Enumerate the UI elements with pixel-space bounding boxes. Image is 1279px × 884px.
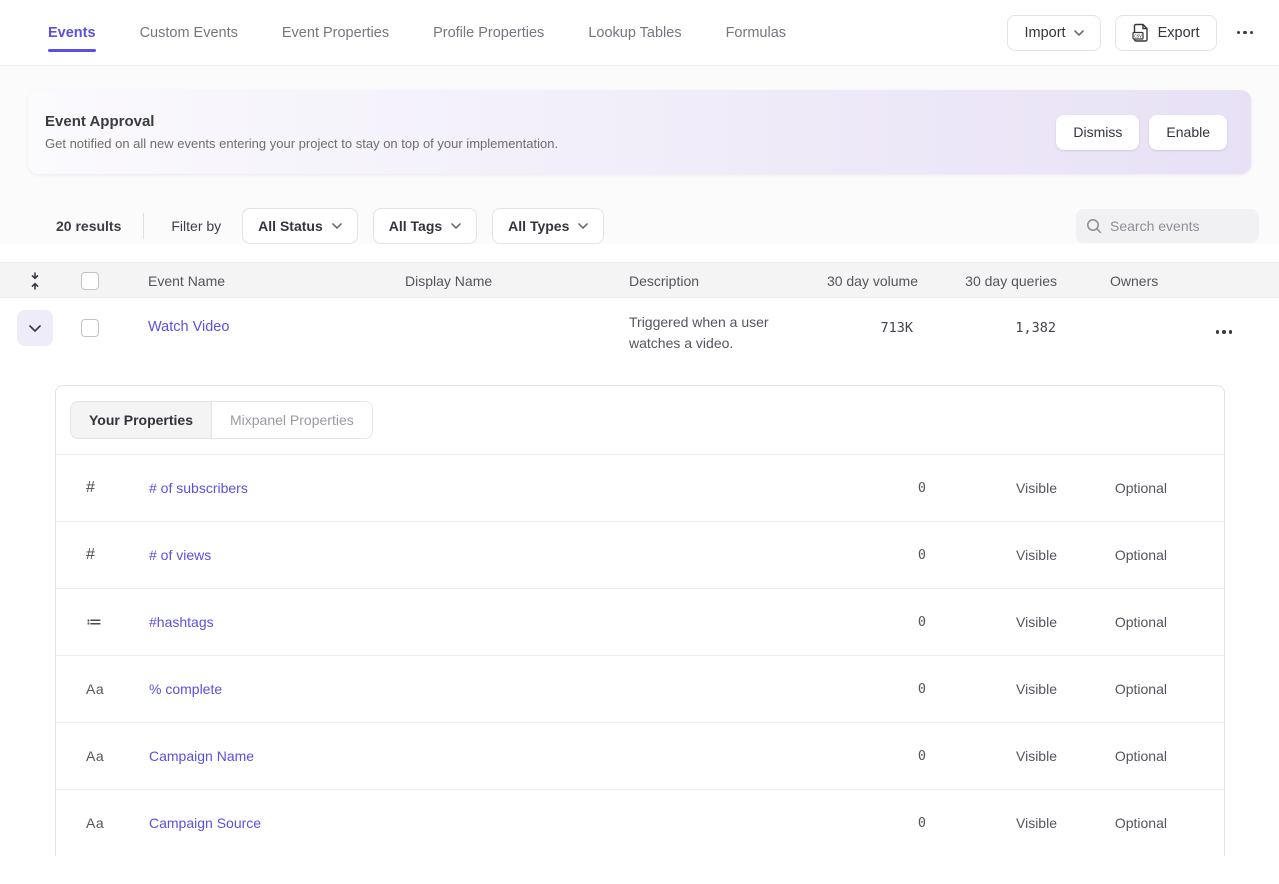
results-count: 20 results [56, 218, 121, 234]
search-input[interactable] [1110, 218, 1240, 234]
property-requirement: Optional [1060, 681, 1170, 697]
select-all-checkbox[interactable] [81, 272, 99, 290]
page-upper-section: Event Approval Get notified on all new e… [0, 66, 1279, 244]
tags-filter-dropdown[interactable]: All Tags [373, 208, 477, 244]
filter-by-label: Filter by [171, 218, 221, 234]
property-visibility: Visible [930, 748, 1060, 764]
property-visibility: Visible [930, 681, 1060, 697]
column-header-volume[interactable]: 30 day volume [820, 273, 920, 289]
property-volume: 0 [810, 748, 930, 764]
property-volume: 0 [810, 547, 930, 563]
property-visibility: Visible [930, 815, 1060, 831]
number-type-icon: # [56, 479, 149, 497]
banner-actions: Dismiss Enable [1056, 115, 1227, 150]
row-checkbox[interactable] [81, 319, 99, 337]
property-volume: 0 [810, 480, 930, 496]
property-row: Aa % complete 0 Visible Optional [56, 655, 1224, 722]
lexicon-tabs: Events Custom Events Event Properties Pr… [48, 0, 786, 65]
collapse-all-button[interactable] [17, 263, 53, 299]
column-header-description[interactable]: Description [629, 273, 820, 289]
tab-event-properties[interactable]: Event Properties [282, 0, 389, 65]
csv-file-icon: csv [1132, 23, 1150, 42]
event-queries: 1,382 [920, 310, 1059, 336]
banner-title: Event Approval [45, 113, 558, 130]
search-icon [1086, 218, 1102, 234]
property-row: Aa Campaign Source 0 Visible Optional [56, 789, 1224, 856]
property-name-link[interactable]: % complete [149, 681, 810, 697]
column-header-owners[interactable]: Owners [1059, 273, 1169, 289]
chevron-down-icon [1074, 30, 1084, 36]
properties-segmented-control: Your Properties Mixpanel Properties [70, 401, 373, 439]
property-volume: 0 [810, 681, 930, 697]
property-name-link[interactable]: # of views [149, 547, 810, 563]
property-volume: 0 [810, 614, 930, 630]
chevron-down-icon [332, 223, 342, 229]
property-name-link[interactable]: # of subscribers [149, 480, 810, 496]
property-name-link[interactable]: Campaign Name [149, 748, 810, 764]
chevron-down-icon [451, 223, 461, 229]
property-visibility: Visible [930, 480, 1060, 496]
tab-lookup-tables[interactable]: Lookup Tables [588, 0, 681, 65]
event-approval-banner: Event Approval Get notified on all new e… [28, 90, 1251, 174]
types-filter-dropdown[interactable]: All Types [492, 208, 604, 244]
tags-filter-label: All Tags [389, 218, 442, 234]
export-button[interactable]: csv Export [1115, 15, 1217, 51]
event-description: Triggered when a user watches a video. [629, 310, 820, 354]
export-label: Export [1158, 25, 1200, 41]
property-row: # # of subscribers 0 Visible Optional [56, 454, 1224, 521]
property-requirement: Optional [1060, 614, 1170, 630]
tab-your-properties[interactable]: Your Properties [71, 402, 212, 438]
column-header-display-name[interactable]: Display Name [405, 273, 629, 289]
enable-button[interactable]: Enable [1149, 115, 1227, 150]
property-row: # # of views 0 Visible Optional [56, 521, 1224, 588]
property-requirement: Optional [1060, 748, 1170, 764]
property-requirement: Optional [1060, 815, 1170, 831]
event-volume: 713K [820, 310, 920, 336]
tab-mixpanel-properties[interactable]: Mixpanel Properties [212, 402, 372, 438]
property-visibility: Visible [930, 547, 1060, 563]
row-more-options-button[interactable] [1210, 322, 1239, 342]
property-requirement: Optional [1060, 547, 1170, 563]
table-header-row: Event Name Display Name Description 30 d… [0, 262, 1279, 298]
property-name-link[interactable]: Campaign Source [149, 815, 810, 831]
banner-text: Event Approval Get notified on all new e… [45, 113, 558, 151]
event-properties-panel: Your Properties Mixpanel Properties # # … [55, 385, 1225, 856]
list-type-icon: ≔ [56, 612, 149, 632]
event-name-link[interactable]: Watch Video [148, 310, 405, 335]
property-name-link[interactable]: #hashtags [149, 614, 810, 630]
svg-text:csv: csv [1134, 34, 1142, 40]
filter-bar: 20 results Filter by All Status All Tags… [56, 208, 1259, 244]
number-type-icon: # [56, 546, 149, 564]
status-filter-dropdown[interactable]: All Status [242, 208, 358, 244]
search-box [1076, 209, 1259, 243]
more-options-button[interactable] [1231, 23, 1260, 43]
tab-events[interactable]: Events [48, 0, 96, 65]
column-header-queries[interactable]: 30 day queries [920, 273, 1059, 289]
banner-subtitle: Get notified on all new events entering … [45, 136, 558, 151]
column-header-event-name[interactable]: Event Name [148, 273, 405, 289]
event-table-row: Watch Video Triggered when a user watche… [0, 298, 1279, 370]
tab-formulas[interactable]: Formulas [726, 0, 786, 65]
import-label: Import [1024, 25, 1065, 41]
types-filter-label: All Types [508, 218, 569, 234]
tab-custom-events[interactable]: Custom Events [140, 0, 238, 65]
property-requirement: Optional [1060, 480, 1170, 496]
property-visibility: Visible [930, 614, 1060, 630]
property-row: Aa Campaign Name 0 Visible Optional [56, 722, 1224, 789]
property-row: ≔ #hashtags 0 Visible Optional [56, 588, 1224, 655]
status-filter-label: All Status [258, 218, 323, 234]
nav-actions: Import csv Export [1007, 15, 1259, 51]
text-type-icon: Aa [56, 681, 149, 697]
collapse-row-button[interactable] [17, 310, 53, 346]
import-button[interactable]: Import [1007, 15, 1100, 51]
top-nav: Events Custom Events Event Properties Pr… [0, 0, 1279, 66]
text-type-icon: Aa [56, 815, 149, 831]
properties-tab-bar: Your Properties Mixpanel Properties [56, 386, 1224, 454]
divider [143, 213, 144, 239]
dismiss-button[interactable]: Dismiss [1056, 115, 1139, 150]
tab-profile-properties[interactable]: Profile Properties [433, 0, 544, 65]
property-volume: 0 [810, 815, 930, 831]
chevron-down-icon [578, 223, 588, 229]
text-type-icon: Aa [56, 748, 149, 764]
